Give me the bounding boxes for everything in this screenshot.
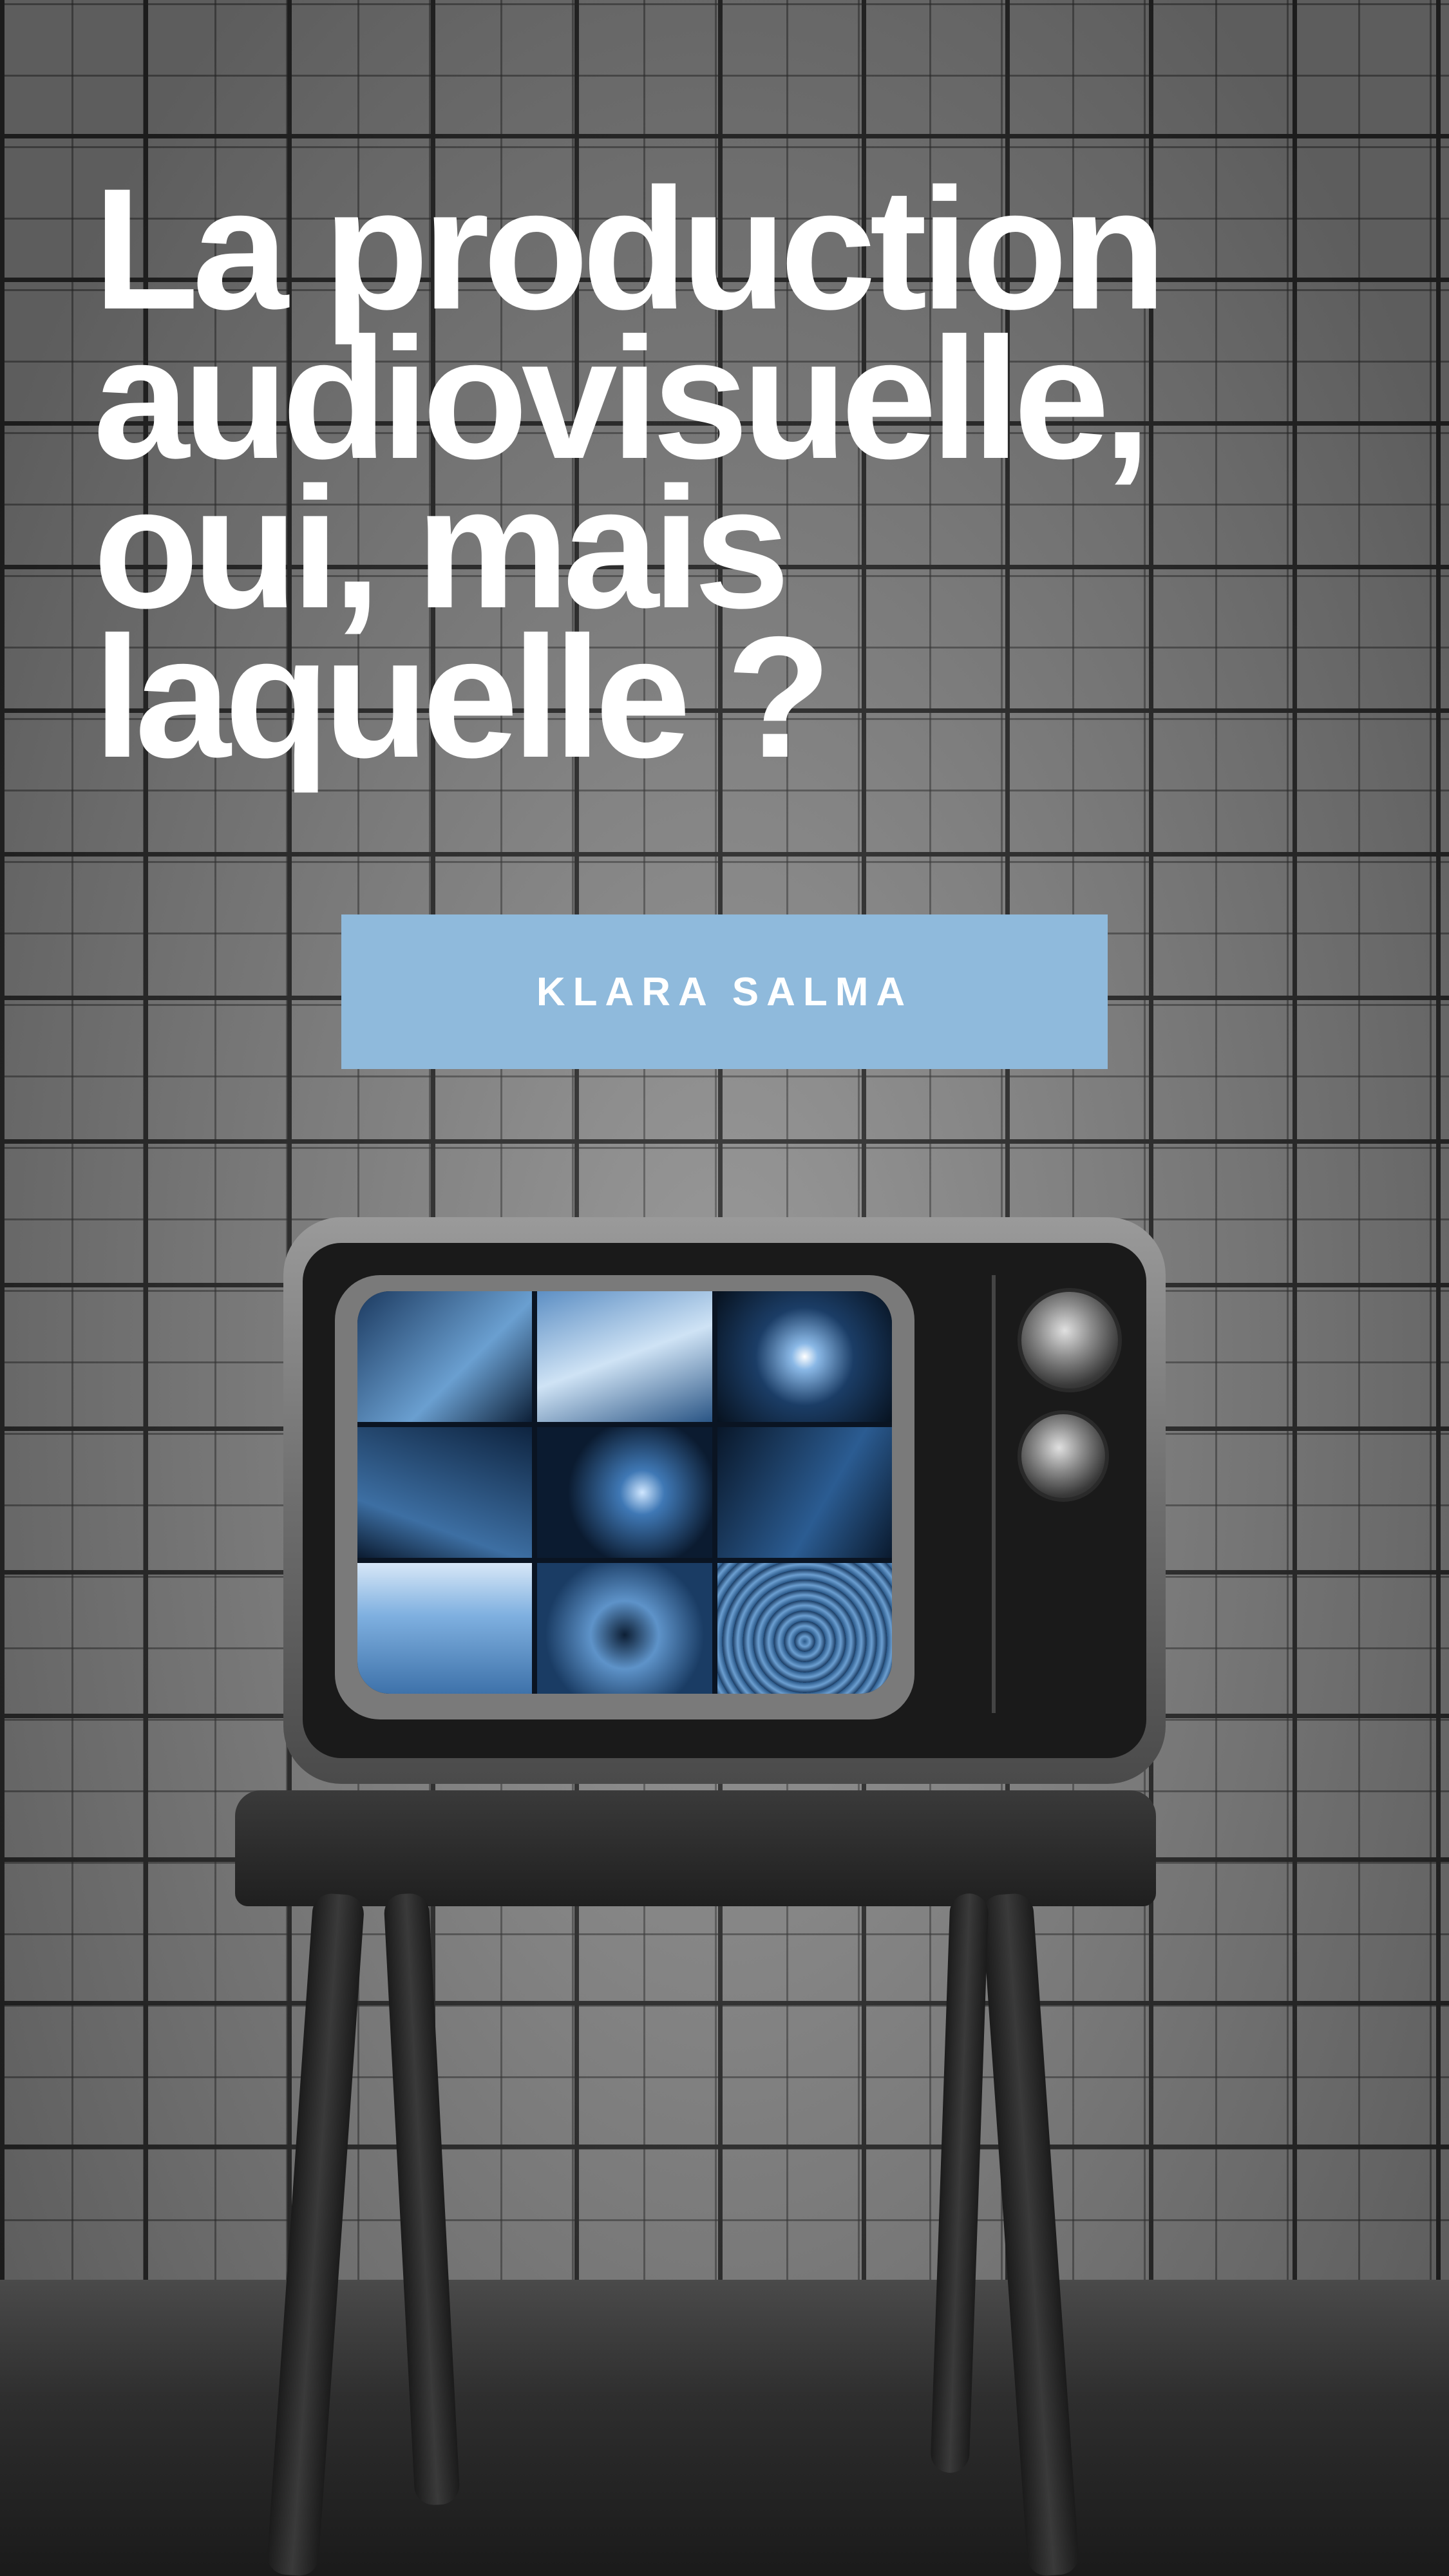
screen-tile bbox=[717, 1427, 892, 1558]
author-button[interactable]: KLARA SALMA bbox=[341, 914, 1108, 1069]
stool-seat bbox=[235, 1790, 1156, 1906]
cover-title: La production audiovisuelle, oui, mais l… bbox=[93, 162, 1381, 793]
screen-tile bbox=[357, 1427, 533, 1558]
screen-tile bbox=[537, 1427, 712, 1558]
screen-tile bbox=[357, 1291, 533, 1422]
tv-knob-icon bbox=[1018, 1410, 1109, 1502]
tv-knob-icon bbox=[1018, 1288, 1122, 1392]
floor bbox=[0, 2280, 1449, 2576]
screen-tile bbox=[537, 1563, 712, 1694]
screen-tile bbox=[357, 1563, 533, 1694]
screen-tile bbox=[717, 1563, 892, 1694]
screen-tile bbox=[717, 1291, 892, 1422]
book-cover: La production audiovisuelle, oui, mais l… bbox=[0, 0, 1449, 2576]
tv-screen bbox=[357, 1291, 892, 1694]
screen-tile bbox=[537, 1291, 712, 1422]
title-line: laquelle ? bbox=[93, 600, 831, 793]
tv-control-panel-divider bbox=[992, 1275, 996, 1713]
